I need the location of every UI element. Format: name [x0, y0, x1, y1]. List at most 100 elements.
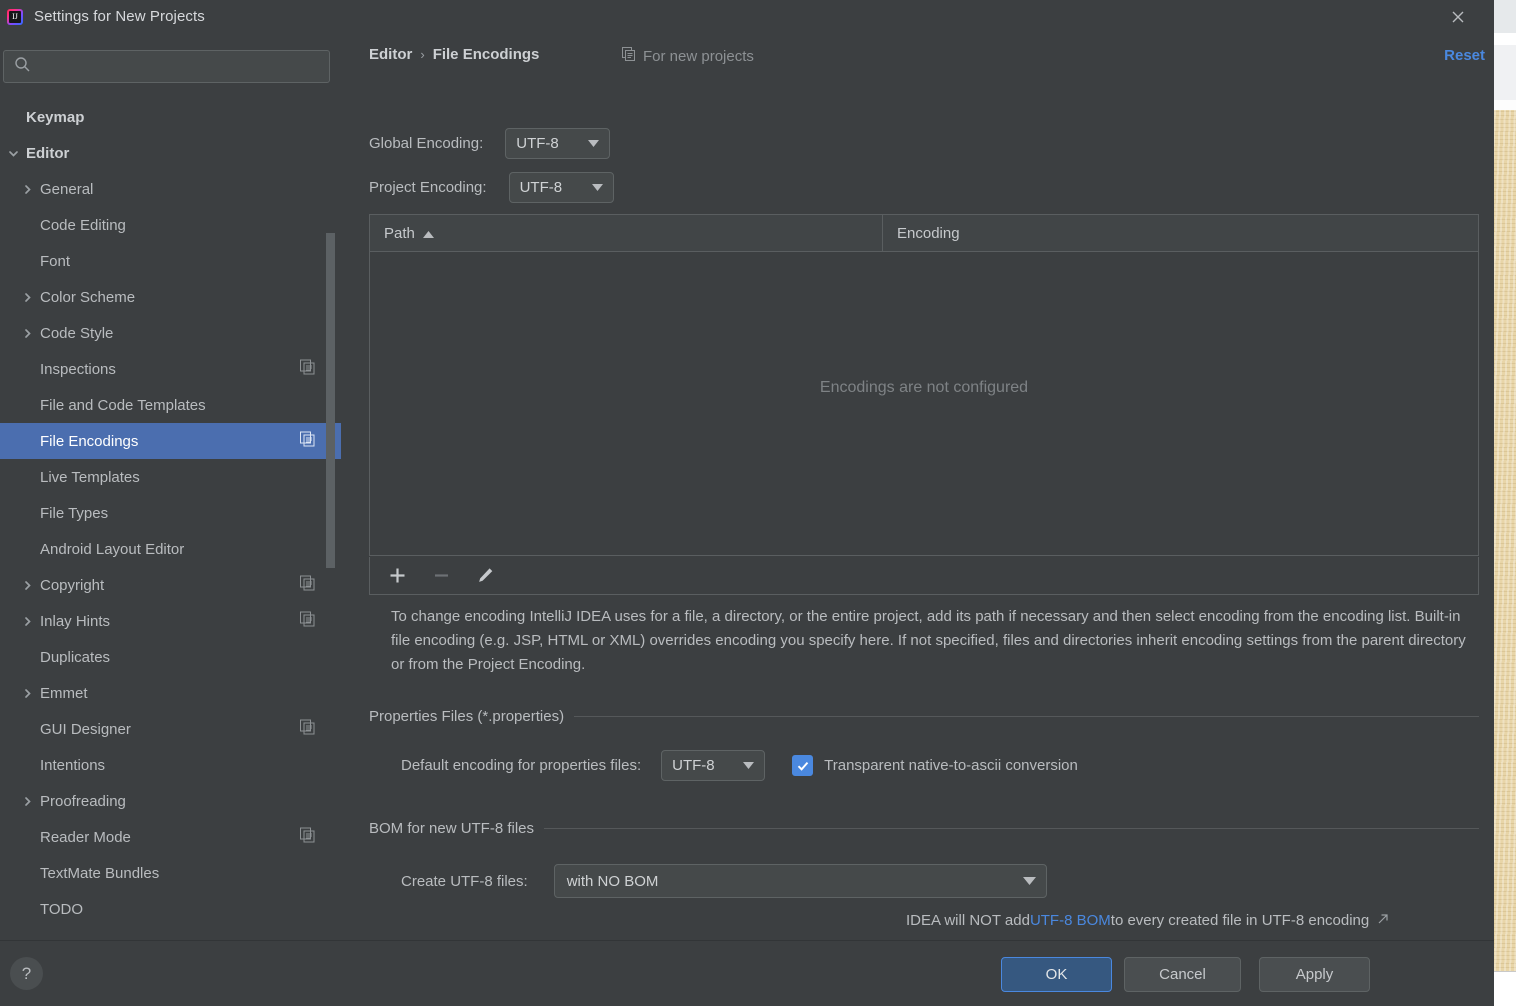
add-button[interactable] [384, 563, 410, 589]
sidebar-item-file-encodings[interactable]: File Encodings [0, 423, 341, 459]
global-encoding-label: Global Encoding: [369, 135, 484, 152]
sidebar-item-label: Editor [26, 144, 70, 162]
chevron-right-icon[interactable] [18, 580, 36, 591]
utf8-bom-link[interactable]: UTF-8 BOM [1030, 912, 1111, 929]
column-header-path[interactable]: Path [370, 215, 883, 251]
sidebar-item-duplicates[interactable]: Duplicates [0, 639, 341, 675]
sidebar-item-label: Duplicates [40, 648, 111, 666]
sidebar-item-keymap[interactable]: Keymap [0, 99, 341, 135]
sidebar-item-proofreading[interactable]: Proofreading [0, 783, 341, 819]
sidebar-item-inspections[interactable]: Inspections [0, 351, 341, 387]
sidebar-item-code-editing[interactable]: Code Editing [0, 207, 341, 243]
sidebar-item-label: Font [40, 252, 71, 270]
title-bar: IJ Settings for New Projects [0, 0, 1494, 33]
transparent-conversion-label: Transparent native-to-ascii conversion [824, 757, 1078, 774]
sidebar-item-intentions[interactable]: Intentions [0, 747, 341, 783]
properties-section-header: Properties Files (*.properties) [369, 708, 1479, 725]
create-utf8-files-label: Create UTF-8 files: [401, 872, 528, 890]
scope-badge: For new projects [622, 47, 754, 65]
edit-button[interactable] [472, 563, 498, 589]
sidebar-scrollbar-track[interactable] [326, 33, 338, 940]
ok-button[interactable]: OK [1001, 957, 1112, 992]
chevron-down-icon [588, 140, 600, 147]
chevron-right-icon[interactable] [18, 328, 36, 339]
scope-badge-label: For new projects [643, 47, 754, 65]
search-icon [14, 56, 31, 78]
copy-icon [300, 611, 315, 631]
properties-encoding-row: Default encoding for properties files: U… [401, 750, 1078, 781]
search-field-wrapper [3, 50, 330, 83]
window-title: Settings for New Projects [34, 8, 205, 25]
sidebar-item-editor[interactable]: Editor [0, 135, 341, 171]
project-encoding-row: Project Encoding: UTF-8 [369, 172, 614, 203]
settings-sidebar: Keymap Editor General Code Editing Font Color… [0, 33, 342, 940]
copy-icon [300, 431, 315, 451]
sidebar-item-general[interactable]: General [0, 171, 341, 207]
breadcrumb: Editor › File Encodings [369, 46, 539, 63]
chevron-down-icon[interactable] [4, 148, 22, 159]
sidebar-item-label: File Types [40, 504, 109, 522]
help-button[interactable]: ? [10, 957, 43, 990]
sidebar-item-label: GUI Designer [40, 720, 131, 738]
search-input[interactable] [31, 58, 329, 75]
table-body[interactable]: Encodings are not configured [370, 252, 1478, 556]
sidebar-item-label: Proofreading [40, 792, 126, 810]
sidebar-item-font[interactable]: Font [0, 243, 341, 279]
sidebar-item-textmate-bundles[interactable]: TextMate Bundles [0, 855, 341, 891]
sidebar-item-label: Copyright [40, 576, 105, 594]
breadcrumb-separator: › [420, 47, 425, 62]
transparent-conversion-checkbox[interactable]: Transparent native-to-ascii conversion [792, 755, 1078, 776]
chevron-right-icon[interactable] [18, 688, 36, 699]
global-encoding-value: UTF-8 [516, 135, 559, 152]
project-encoding-label: Project Encoding: [369, 179, 487, 196]
sidebar-item-live-templates[interactable]: Live Templates [0, 459, 341, 495]
sidebar-item-color-scheme[interactable]: Color Scheme [0, 279, 341, 315]
close-icon[interactable] [1438, 0, 1478, 33]
bom-note-suffix: to every created file in UTF-8 encoding [1110, 912, 1370, 929]
dialog-footer: ? OK Cancel Apply [0, 940, 1494, 1006]
copy-icon [622, 47, 636, 65]
sidebar-item-label: Code Editing [40, 216, 126, 234]
sidebar-item-file-types[interactable]: File Types [0, 495, 341, 531]
column-header-encoding-label: Encoding [897, 224, 960, 242]
apply-button[interactable]: Apply [1259, 957, 1370, 992]
search-field[interactable] [3, 50, 330, 83]
external-link-icon [1377, 912, 1389, 929]
sidebar-item-todo[interactable]: TODO [0, 891, 341, 927]
chevron-right-icon[interactable] [18, 184, 36, 195]
sidebar-item-emmet[interactable]: Emmet [0, 675, 341, 711]
properties-section-title: Properties Files (*.properties) [369, 708, 565, 725]
encodings-table: Path Encoding Encodings are not configur… [369, 214, 1479, 556]
project-encoding-dropdown[interactable]: UTF-8 [508, 172, 614, 203]
chevron-down-icon [591, 184, 603, 191]
copy-icon [300, 359, 315, 379]
sidebar-item-gui-designer[interactable]: GUI Designer [0, 711, 341, 747]
chevron-right-icon[interactable] [18, 292, 36, 303]
sidebar-item-android-layout-editor[interactable]: Android Layout Editor [0, 531, 341, 567]
sidebar-item-inlay-hints[interactable]: Inlay Hints [0, 603, 341, 639]
sidebar-item-label: Inlay Hints [40, 612, 111, 630]
backdrop-band-bottom [1494, 972, 1516, 1006]
sidebar-item-label: Code Style [40, 324, 114, 342]
sidebar-item-label: Reader Mode [40, 828, 131, 846]
create-utf8-files-dropdown[interactable]: with NO BOM [553, 864, 1047, 898]
sidebar-item-copyright[interactable]: Copyright [0, 567, 341, 603]
global-encoding-dropdown[interactable]: UTF-8 [505, 128, 611, 159]
reset-link[interactable]: Reset [1444, 47, 1485, 64]
breadcrumb-current: File Encodings [432, 46, 540, 63]
sidebar-item-reader-mode[interactable]: Reader Mode [0, 819, 341, 855]
breadcrumb-parent[interactable]: Editor [369, 46, 412, 63]
column-header-encoding[interactable]: Encoding [883, 215, 1478, 251]
chevron-right-icon[interactable] [18, 796, 36, 807]
sidebar-scrollbar-thumb[interactable] [326, 233, 335, 568]
backdrop-band-top [1494, 0, 1516, 33]
table-empty-message: Encodings are not configured [819, 379, 1029, 396]
backdrop-band-white2 [1494, 100, 1516, 110]
properties-encoding-dropdown[interactable]: UTF-8 [661, 750, 766, 781]
cancel-button[interactable]: Cancel [1124, 957, 1241, 992]
sidebar-item-code-style[interactable]: Code Style [0, 315, 341, 351]
backdrop-band-gray [1494, 45, 1516, 100]
sidebar-item-file-and-code-templates[interactable]: File and Code Templates [0, 387, 341, 423]
chevron-right-icon[interactable] [18, 616, 36, 627]
bom-note: IDEA will NOT add UTF-8 BOM to every cre… [906, 912, 1389, 929]
